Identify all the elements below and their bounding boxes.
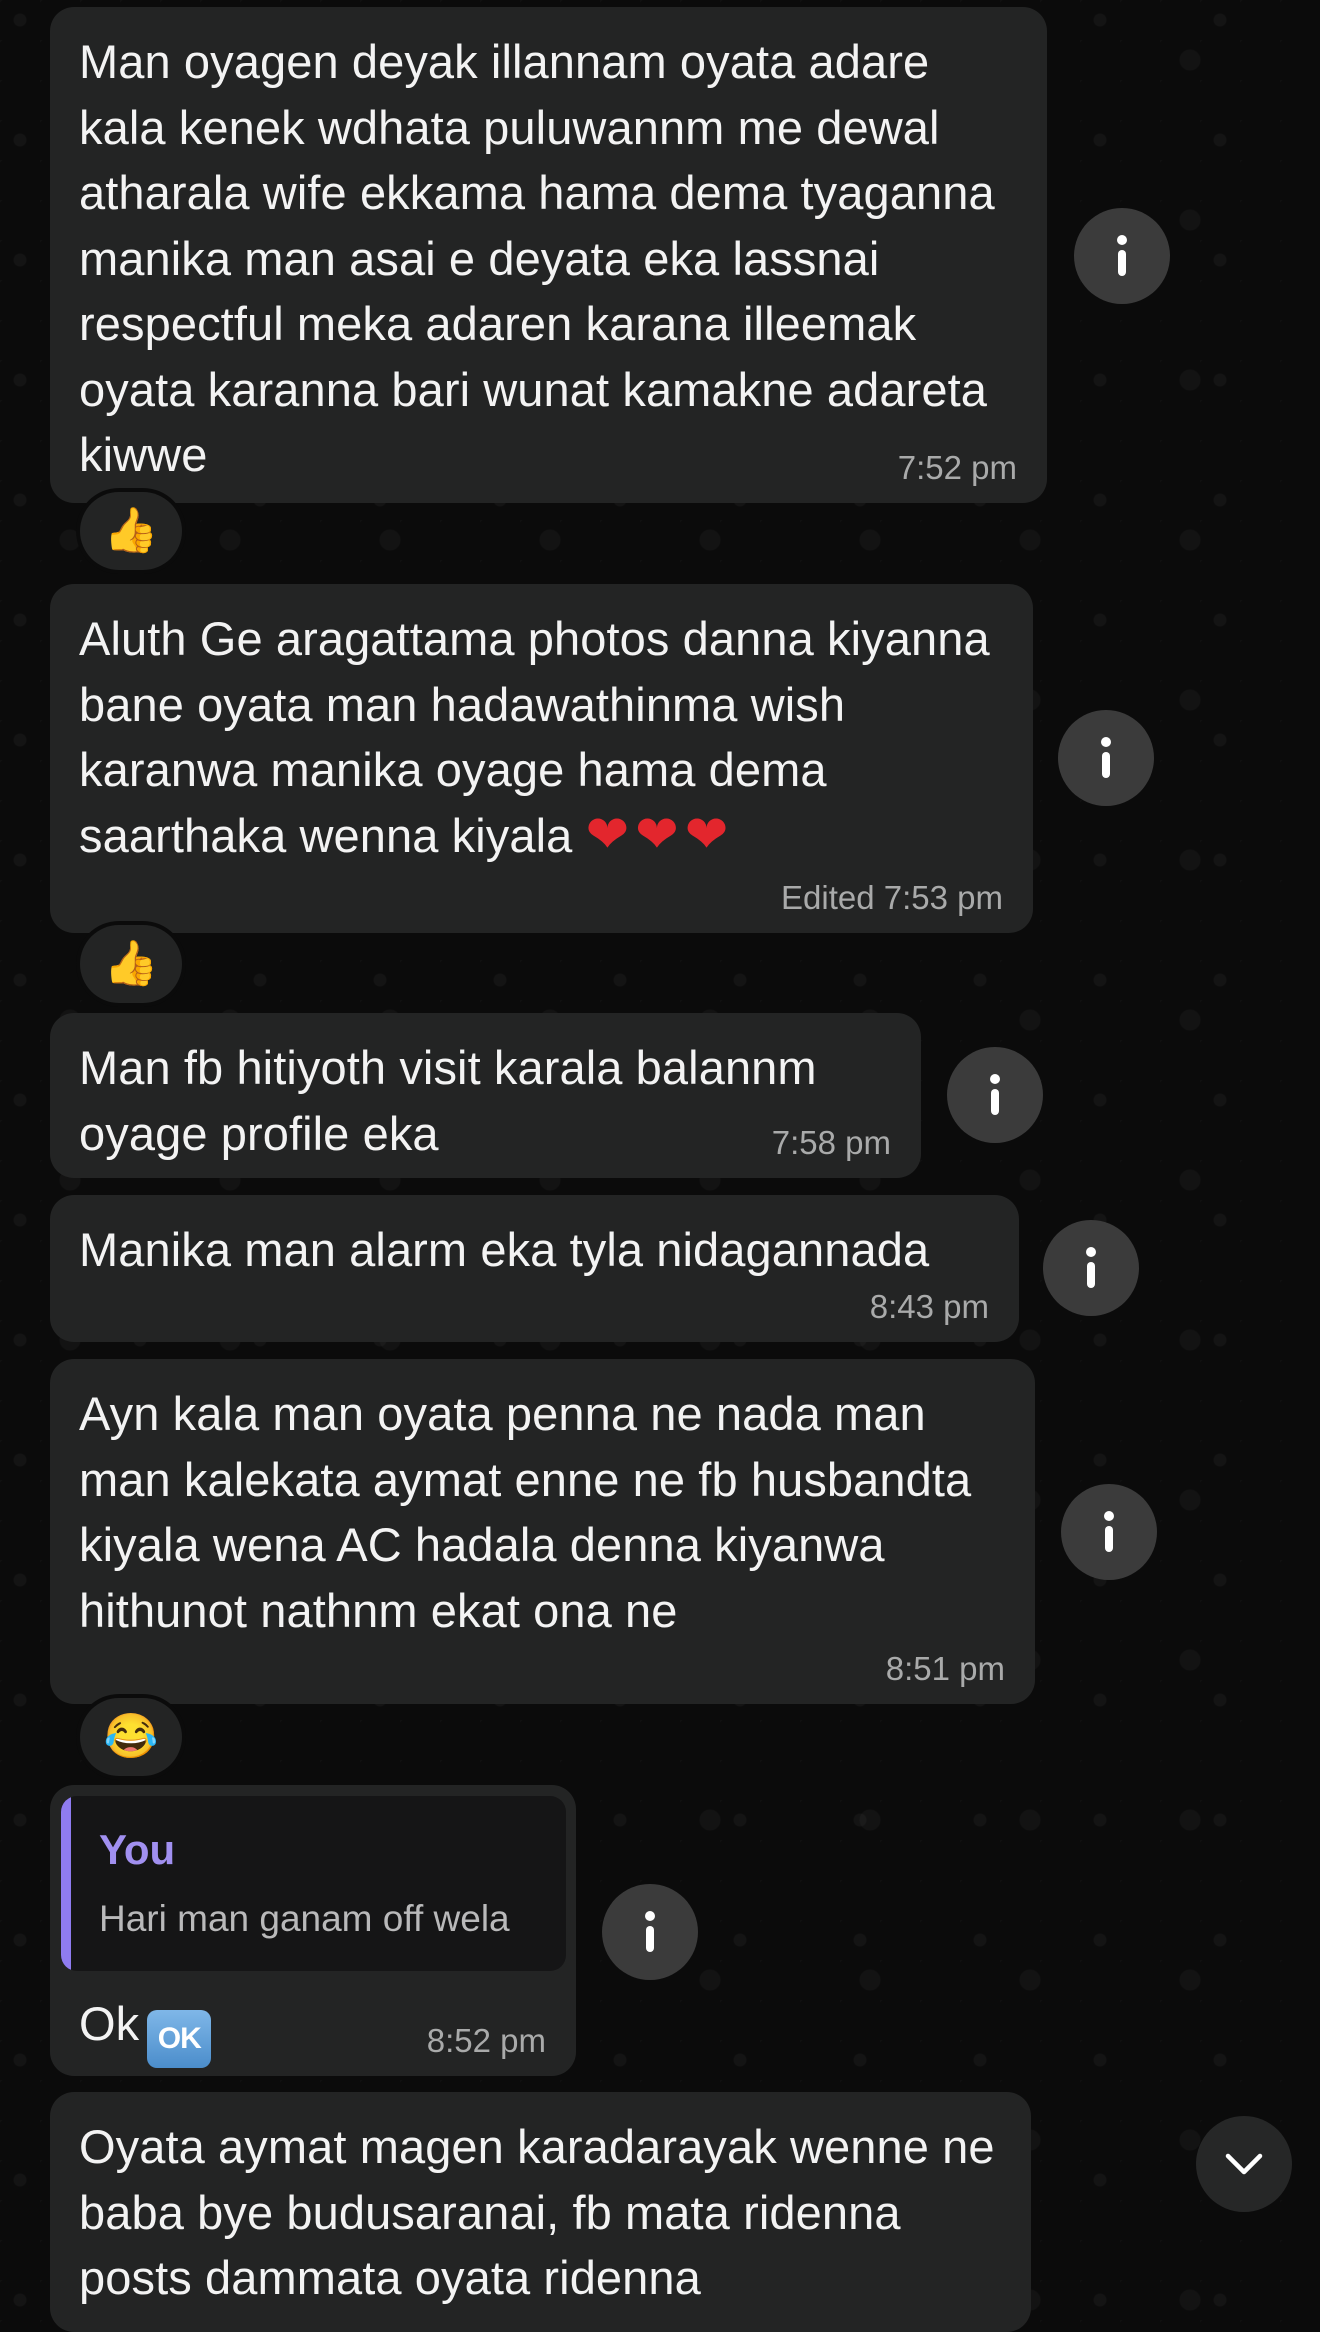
info-button[interactable] [602, 1884, 698, 1980]
message-timestamp: 7:58 pm [771, 1124, 891, 1161]
info-button[interactable] [1061, 1484, 1157, 1580]
message-text: Manika man alarm eka tyla nidagannada [79, 1223, 930, 1276]
chevron-down-icon [1225, 2153, 1263, 2175]
message-bubble[interactable]: Ayn kala man oyata penna ne nada man man… [50, 1359, 1035, 1704]
info-button[interactable] [1043, 1220, 1139, 1316]
info-icon [990, 1074, 1000, 1115]
message-bubble-reply[interactable]: You Hari man ganam off wela Ok OK 8:52 pm [50, 1785, 576, 2076]
info-icon [1117, 235, 1127, 276]
message-text: Aluth Ge aragattama photos danna kiyanna… [79, 612, 990, 862]
message-bubble[interactable]: Man oyagen deyak illannam oyata adare ka… [50, 7, 1047, 503]
message-timestamp: 8:51 pm [885, 1650, 1005, 1687]
message-timestamp: 8:52 pm [426, 2022, 546, 2059]
message-text: Ayn kala man oyata penna ne nada man man… [79, 1387, 972, 1637]
message-text: Oyata aymat magen karadarayak wenne ne b… [79, 2120, 995, 2304]
message-timestamp: Edited 7:53 pm [781, 879, 1003, 916]
message-bubble[interactable]: Oyata aymat magen karadarayak wenne ne b… [50, 2092, 1031, 2332]
reaction-thumbs-up[interactable]: 👍 [80, 492, 182, 570]
message-bubble[interactable]: Aluth Ge aragattama photos danna kiyanna… [50, 584, 1033, 933]
info-button[interactable] [1058, 710, 1154, 806]
info-icon [1101, 737, 1111, 778]
info-icon [645, 1911, 655, 1952]
message-text: Ok [79, 1997, 140, 2050]
reply-accent-bar [61, 1796, 71, 1971]
message-timestamp: 8:43 pm [869, 1288, 989, 1325]
message-bubble[interactable]: Man fb hitiyoth visit karala balannm oya… [50, 1013, 921, 1178]
info-icon [1086, 1247, 1096, 1288]
ok-emoji: OK [147, 2010, 212, 2068]
message-text: Man oyagen deyak illannam oyata adare ka… [79, 35, 995, 481]
reaction-thumbs-up[interactable]: 👍 [80, 925, 182, 1003]
reaction-laughing[interactable]: 😂 [80, 1698, 182, 1776]
reply-quote[interactable]: You Hari man ganam off wela [61, 1796, 566, 1971]
heart-emoji: ❤❤❤ [585, 805, 735, 864]
info-button[interactable] [947, 1047, 1043, 1143]
info-button[interactable] [1074, 208, 1170, 304]
scroll-to-bottom-button[interactable] [1196, 2116, 1292, 2212]
reply-text: Hari man ganam off wela [99, 1898, 510, 1939]
message-timestamp: 7:52 pm [897, 449, 1017, 486]
message-bubble[interactable]: Manika man alarm eka tyla nidagannada 8:… [50, 1195, 1019, 1342]
info-icon [1104, 1511, 1114, 1552]
reply-author: You [99, 1826, 176, 1873]
